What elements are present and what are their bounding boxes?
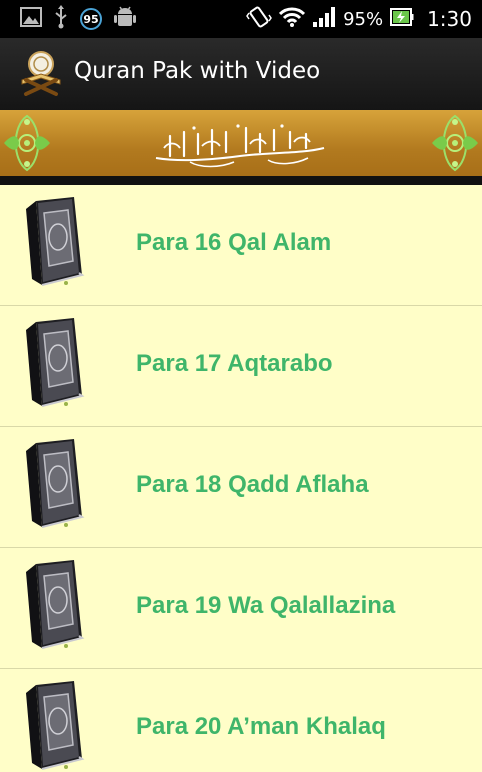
- quran-book-icon: [22, 195, 86, 287]
- usb-icon: [54, 5, 68, 33]
- quran-book-icon: [22, 437, 86, 529]
- quran-book-icon: [22, 316, 86, 408]
- battery-charging-icon: [390, 6, 414, 32]
- list-item[interactable]: Para 19 Wa Qalallazina: [0, 548, 482, 669]
- app-title: Quran Pak with Video: [74, 58, 321, 84]
- status-bar-right: 95% 1:30: [246, 6, 472, 32]
- quran-rehal-icon[interactable]: [18, 50, 64, 96]
- clock: 1:30: [427, 7, 472, 31]
- signal-icon: [312, 6, 336, 32]
- quran-book-icon: [22, 679, 86, 771]
- badge-95-icon: 95: [80, 8, 102, 30]
- android-icon: [114, 5, 136, 33]
- wifi-icon: [279, 6, 306, 32]
- para-list[interactable]: Para 16 Qal Alam Para 17 Aqtarabo Para 1…: [0, 185, 482, 772]
- para-label: Para 18 Qadd Aflaha: [136, 471, 369, 498]
- bismillah-banner: [0, 110, 482, 176]
- list-item[interactable]: Para 20 A’man Khalaq: [0, 669, 482, 772]
- quran-book-icon: [22, 558, 86, 650]
- floral-ornament-icon: [430, 112, 480, 174]
- app-screen: 95 95% 1:30 Quran Pak with Video Para 16…: [0, 0, 482, 772]
- image-icon: [20, 7, 42, 31]
- list-item[interactable]: Para 16 Qal Alam: [0, 185, 482, 306]
- status-bar-left: 95: [20, 5, 136, 33]
- status-bar: 95 95% 1:30: [0, 0, 482, 38]
- bismillah-calligraphy-icon: [155, 124, 325, 168]
- para-label: Para 16 Qal Alam: [136, 229, 332, 256]
- para-label: Para 20 A’man Khalaq: [136, 713, 386, 740]
- battery-percent: 95%: [343, 8, 384, 30]
- para-label: Para 17 Aqtarabo: [136, 350, 333, 377]
- action-bar: Quran Pak with Video: [0, 38, 482, 111]
- floral-ornament-icon: [2, 112, 52, 174]
- para-label: Para 19 Wa Qalallazina: [136, 592, 396, 619]
- vibrate-icon: [246, 5, 272, 33]
- list-item[interactable]: Para 18 Qadd Aflaha: [0, 427, 482, 548]
- list-item[interactable]: Para 17 Aqtarabo: [0, 306, 482, 427]
- banner-shadow-strip: [0, 176, 482, 185]
